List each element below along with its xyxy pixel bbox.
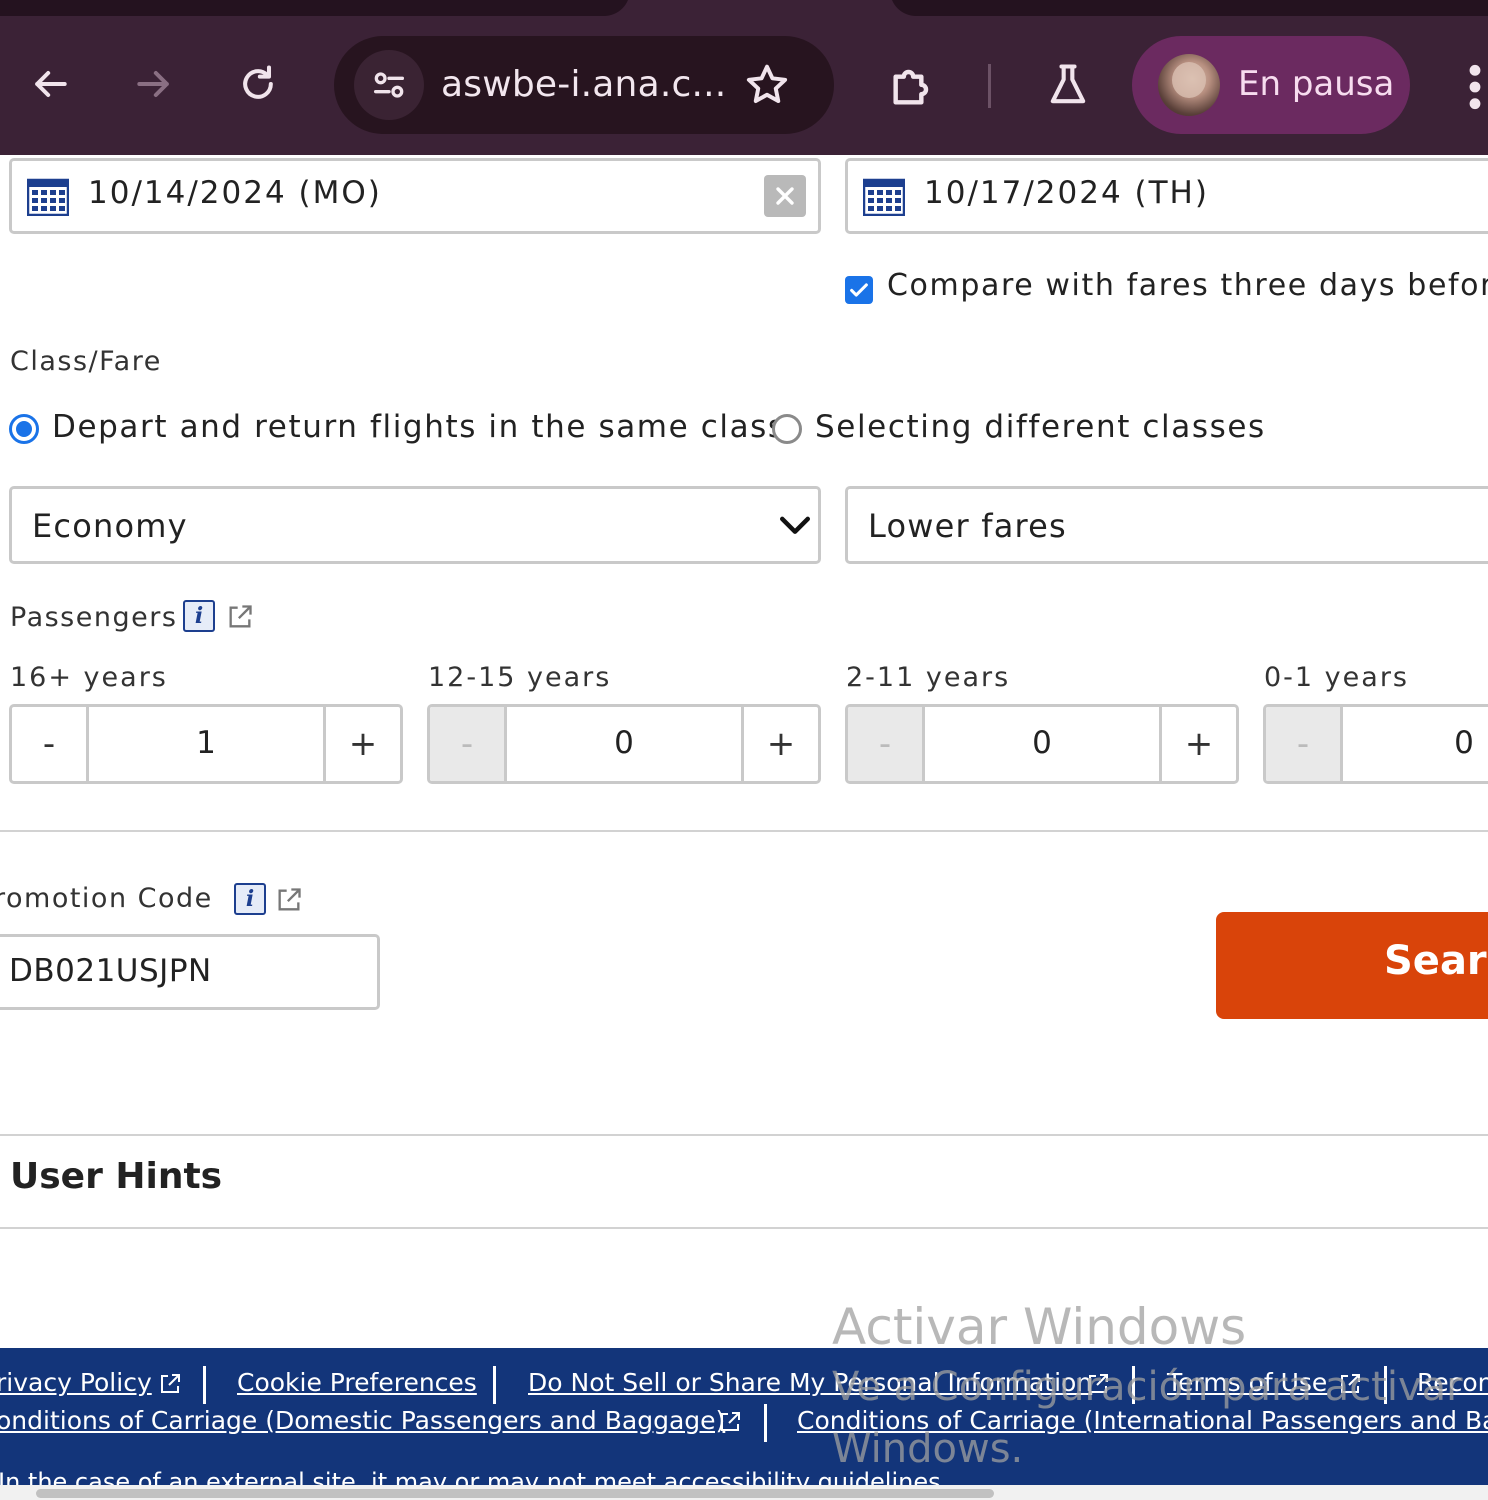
return-date-field[interactable]: 10/17/2024 (TH) xyxy=(845,158,1488,234)
calendar-icon xyxy=(27,178,69,216)
profile-button[interactable]: En pausa xyxy=(1132,36,1410,134)
decrease-youth-button: - xyxy=(430,707,507,781)
section-divider xyxy=(0,1134,1488,1136)
depart-date-value: 10/14/2024 (MO) xyxy=(88,175,382,211)
infant-count-stepper: - 0 xyxy=(1263,704,1488,784)
accessibility-note: In the case of an external site, it may … xyxy=(0,1468,949,1485)
more-menu-icon[interactable] xyxy=(1462,62,1488,112)
browser-tab[interactable] xyxy=(0,0,630,16)
bookmark-star-icon[interactable] xyxy=(742,60,792,110)
calendar-icon xyxy=(863,178,905,216)
compare-fares-label: Compare with fares three days before xyxy=(887,268,1488,303)
avatar xyxy=(1158,54,1220,116)
arrow-right-icon xyxy=(137,70,169,98)
horizontal-scrollbar[interactable] xyxy=(0,1485,1488,1500)
external-link-icon[interactable] xyxy=(275,886,303,914)
scrollbar-thumb[interactable] xyxy=(36,1489,994,1498)
fare-type-select[interactable]: Lower fares xyxy=(845,486,1488,564)
return-date-value: 10/17/2024 (TH) xyxy=(924,175,1209,211)
windows-watermark-line: Ve a Configuración para activar xyxy=(832,1364,1463,1410)
clear-date-button[interactable] xyxy=(764,175,806,217)
tab-strip xyxy=(0,0,1488,18)
back-button[interactable] xyxy=(18,52,82,116)
site-info-button[interactable] xyxy=(354,50,424,120)
promotion-info-icon[interactable]: i xyxy=(234,883,266,915)
promotion-code-value: DB021USJPN xyxy=(9,953,212,989)
increase-adults-button[interactable]: + xyxy=(323,707,400,781)
different-classes-label[interactable]: Selecting different classes xyxy=(815,409,1266,445)
compare-fares-checkbox[interactable] xyxy=(845,276,873,304)
infant-count-value[interactable]: 0 xyxy=(1346,725,1488,761)
passengers-info-icon[interactable]: i xyxy=(183,600,215,632)
fare-type-value: Lower fares xyxy=(868,507,1067,545)
user-hints-heading[interactable]: User Hints xyxy=(10,1156,222,1197)
checkmark-icon xyxy=(850,283,868,297)
url-text[interactable]: aswbe-i.ana.c... xyxy=(441,64,726,105)
promotion-code-input[interactable]: DB021USJPN xyxy=(0,934,380,1010)
windows-watermark-title: Activar Windows xyxy=(832,1298,1247,1356)
decrease-children-button: - xyxy=(848,707,925,781)
profile-status: En pausa xyxy=(1238,64,1395,104)
same-class-label[interactable]: Depart and return flights in the same cl… xyxy=(52,409,786,445)
reload-icon xyxy=(243,65,273,99)
child-count-stepper: - 0 + xyxy=(845,704,1239,784)
different-classes-radio[interactable] xyxy=(772,414,802,444)
age-label-adult: 16+ years xyxy=(10,662,168,693)
domestic-carriage-link[interactable]: onditions of Carriage (Domestic Passenge… xyxy=(0,1406,725,1435)
close-icon xyxy=(776,187,794,205)
external-link-icon[interactable] xyxy=(226,603,254,631)
privacy-policy-link[interactable]: rivacy Policy xyxy=(0,1368,152,1397)
windows-watermark-line: Windows. xyxy=(832,1426,1024,1472)
increase-youth-button[interactable]: + xyxy=(741,707,818,781)
promotion-code-heading: romotion Code xyxy=(0,883,213,914)
age-label-youth: 12-15 years xyxy=(428,662,612,693)
decrease-infants-button: - xyxy=(1266,707,1343,781)
passengers-heading: Passengers xyxy=(10,602,178,633)
labs-flask-icon[interactable] xyxy=(1042,58,1094,114)
footer-separator xyxy=(764,1404,767,1442)
cabin-class-select[interactable]: Economy xyxy=(9,486,821,564)
external-link-icon xyxy=(721,1412,740,1431)
youth-count-stepper: - 0 + xyxy=(427,704,821,784)
browser-tab[interactable] xyxy=(890,0,1488,16)
section-divider xyxy=(0,830,1488,832)
reload-button[interactable] xyxy=(226,52,290,116)
adult-count-stepper: - 1 + xyxy=(9,704,403,784)
browser-toolbar: aswbe-i.ana.c... En pausa xyxy=(0,0,1488,155)
search-button-label: Searc xyxy=(1384,938,1488,984)
depart-date-field[interactable]: 10/14/2024 (MO) xyxy=(9,158,821,234)
tune-icon xyxy=(374,72,404,98)
search-button[interactable]: Searc xyxy=(1216,912,1488,1019)
age-label-infant: 0-1 years xyxy=(1264,662,1409,693)
youth-count-value[interactable]: 0 xyxy=(510,725,738,761)
adult-count-value[interactable]: 1 xyxy=(92,725,320,761)
age-label-child: 2-11 years xyxy=(846,662,1011,693)
footer-separator xyxy=(203,1366,206,1404)
extensions-puzzle-icon[interactable] xyxy=(884,58,940,114)
section-divider xyxy=(0,1227,1488,1229)
external-link-icon xyxy=(161,1374,180,1393)
cookie-preferences-link[interactable]: Cookie Preferences xyxy=(237,1368,477,1397)
child-count-value[interactable]: 0 xyxy=(928,725,1156,761)
toolbar-divider xyxy=(988,64,991,108)
chevron-down-icon xyxy=(779,516,811,534)
forward-button[interactable] xyxy=(122,52,186,116)
address-bar[interactable]: aswbe-i.ana.c... xyxy=(334,36,834,134)
class-fare-heading: Class/Fare xyxy=(10,346,162,377)
arrow-left-icon xyxy=(35,70,67,98)
increase-children-button[interactable]: + xyxy=(1159,707,1236,781)
footer-separator xyxy=(493,1366,496,1404)
decrease-adults-button[interactable]: - xyxy=(12,707,89,781)
same-class-radio[interactable] xyxy=(9,414,39,444)
cabin-class-value: Economy xyxy=(32,507,188,545)
